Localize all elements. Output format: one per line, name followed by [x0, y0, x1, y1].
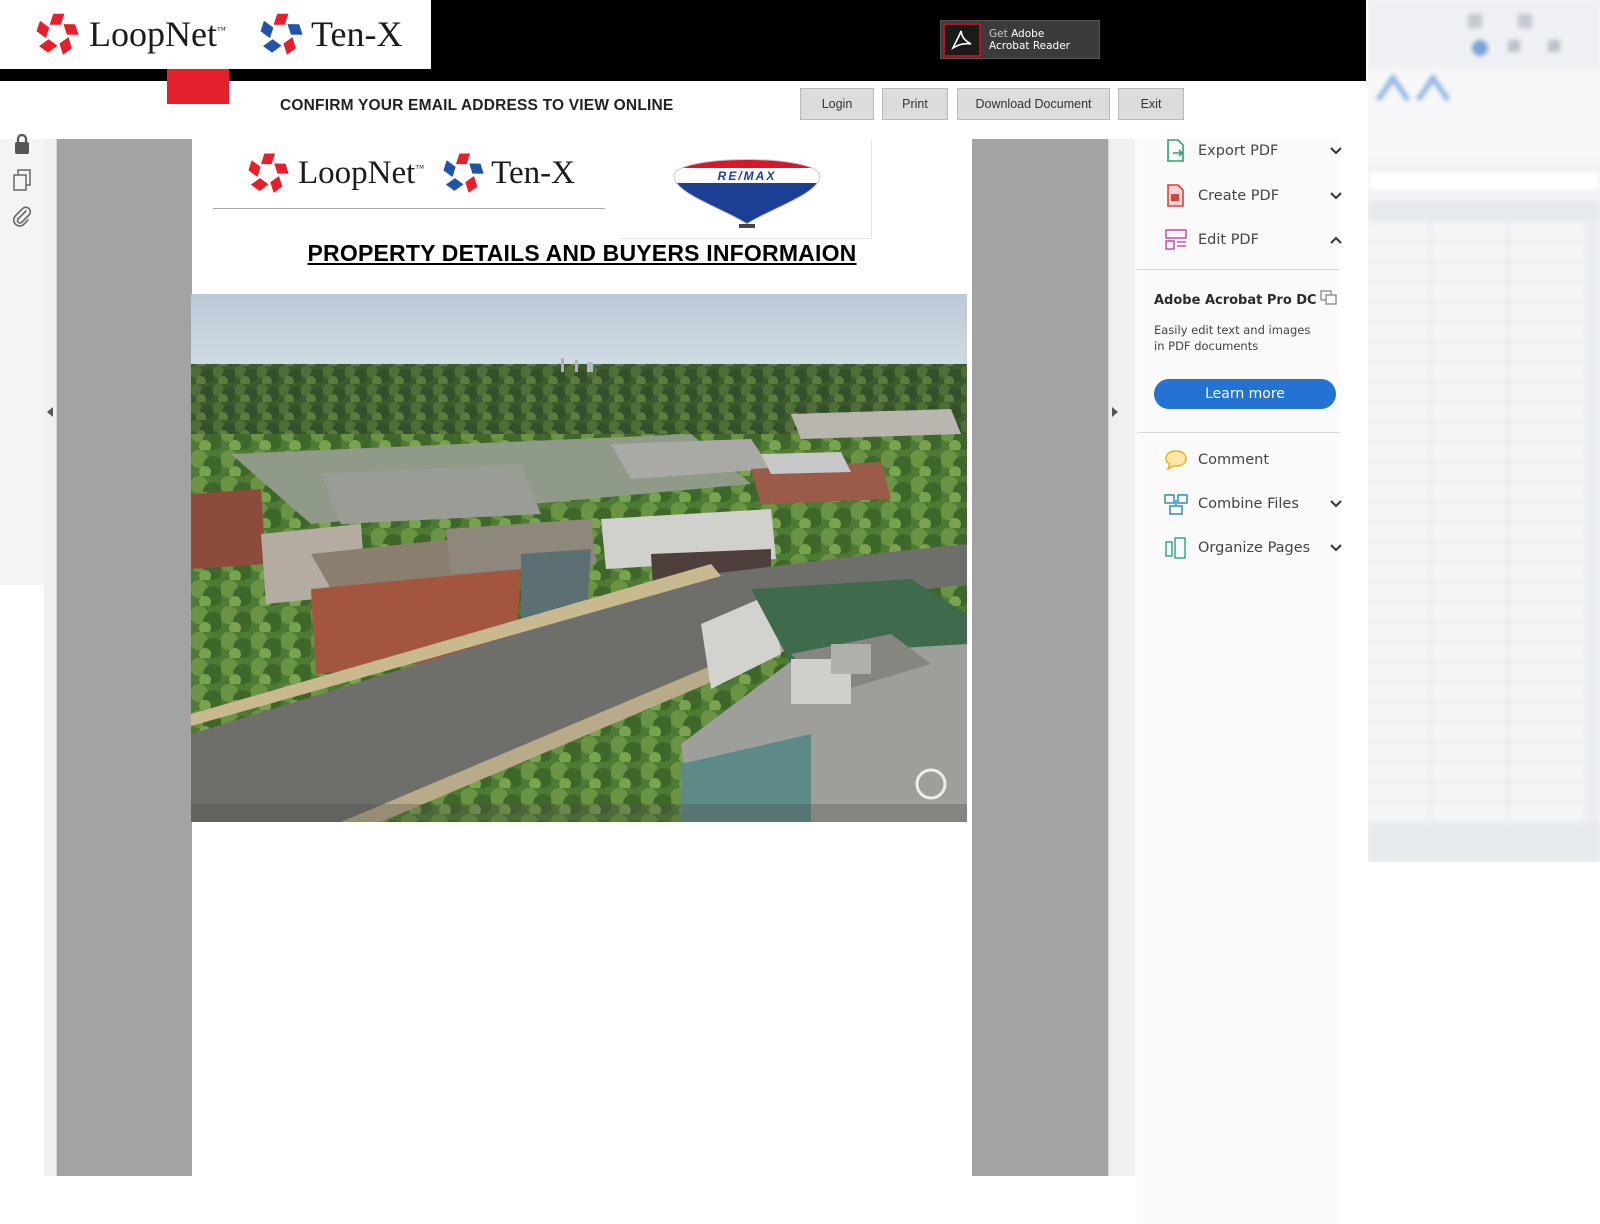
confirm-email-message: CONFIRM YOUR EMAIL ADDRESS TO VIEW ONLIN… [280, 97, 674, 114]
loopnet-mark-icon [36, 13, 79, 55]
loopnet-wordmark: LoopNet™ [89, 14, 226, 54]
lock-icon[interactable] [10, 132, 34, 156]
share-promo-icon[interactable] [1320, 290, 1338, 306]
aerial-property-photo [191, 294, 967, 822]
get-adobe-reader-badge[interactable]: Get Adobe Acrobat Reader [940, 20, 1100, 59]
doc-loopnet-wordmark: LoopNet™ [298, 154, 425, 191]
adobe-badge-text: Get Adobe Acrobat Reader [989, 27, 1070, 52]
chevron-down-icon [1330, 189, 1344, 204]
attachments-icon[interactable] [10, 204, 34, 228]
doc-loopnet-logo: LoopNet™ [245, 150, 424, 196]
exit-button[interactable]: Exit [1118, 88, 1184, 120]
promo-description: Easily edit text and images in PDF docum… [1154, 323, 1311, 353]
doc-tenx-logo: Ten-X [440, 150, 575, 196]
left-panel-collapse-strip[interactable] [44, 139, 57, 1176]
edit-pdf-icon [1164, 228, 1188, 252]
acrobat-icon [943, 22, 981, 57]
organize-pages-icon [1164, 536, 1188, 560]
create-pdf-icon [1164, 184, 1188, 208]
login-button[interactable]: Login [800, 88, 874, 120]
document-title: PROPERTY DETAILS AND BUYERS INFORMAION [307, 240, 857, 266]
red-accent-tab [167, 69, 229, 104]
tenx-wordmark: Ten-X [311, 14, 403, 54]
combine-files-icon [1164, 492, 1188, 516]
document-header-logos: LoopNet™ Ten-X [245, 150, 575, 196]
doc-tenx-wordmark: Ten-X [491, 154, 575, 191]
print-button[interactable]: Print [882, 88, 948, 120]
loopnet-logo: LoopNet™ [33, 10, 226, 58]
brand-logo-box: LoopNet™ Ten-X [0, 0, 431, 69]
doc-loopnet-mark-icon [248, 153, 289, 193]
comment-icon [1164, 448, 1188, 472]
learn-more-button[interactable]: Learn more [1154, 379, 1336, 409]
tool-export-pdf[interactable]: Export PDF [1164, 134, 1344, 168]
collapse-right-arrow-icon[interactable] [1112, 407, 1119, 417]
background-window [1368, 0, 1600, 862]
tools-divider [1137, 269, 1340, 270]
tenx-logo: Ten-X [257, 10, 402, 58]
chevron-down-icon [1330, 497, 1344, 512]
export-pdf-icon [1164, 139, 1188, 163]
chevron-down-icon [1330, 541, 1344, 556]
right-panel-collapse-strip[interactable] [1108, 139, 1135, 1176]
tenx-mark-icon [260, 13, 303, 55]
doc-tenx-mark-icon [443, 153, 484, 193]
tool-edit-pdf[interactable]: Edit PDF [1164, 223, 1344, 257]
collapse-left-arrow-icon[interactable] [47, 407, 54, 417]
header-divider [213, 208, 605, 209]
tool-combine-files[interactable]: Combine Files [1164, 487, 1344, 521]
tool-create-pdf[interactable]: Create PDF [1164, 179, 1344, 213]
promo-title: Adobe Acrobat Pro DC [1154, 293, 1317, 308]
chevron-down-icon [1330, 144, 1344, 159]
remax-balloon-logo: RE/MAX [673, 159, 821, 228]
svg-text:RE/MAX: RE/MAX [718, 169, 777, 183]
download-document-button[interactable]: Download Document [957, 88, 1110, 120]
page-thumbnails-icon[interactable] [10, 168, 34, 192]
tool-comment[interactable]: Comment [1164, 443, 1344, 477]
tools-divider [1137, 432, 1340, 433]
tool-organize-pages[interactable]: Organize Pages [1164, 531, 1344, 565]
chevron-up-icon [1330, 233, 1344, 248]
background-spreadsheet-graphic [1368, 0, 1600, 862]
